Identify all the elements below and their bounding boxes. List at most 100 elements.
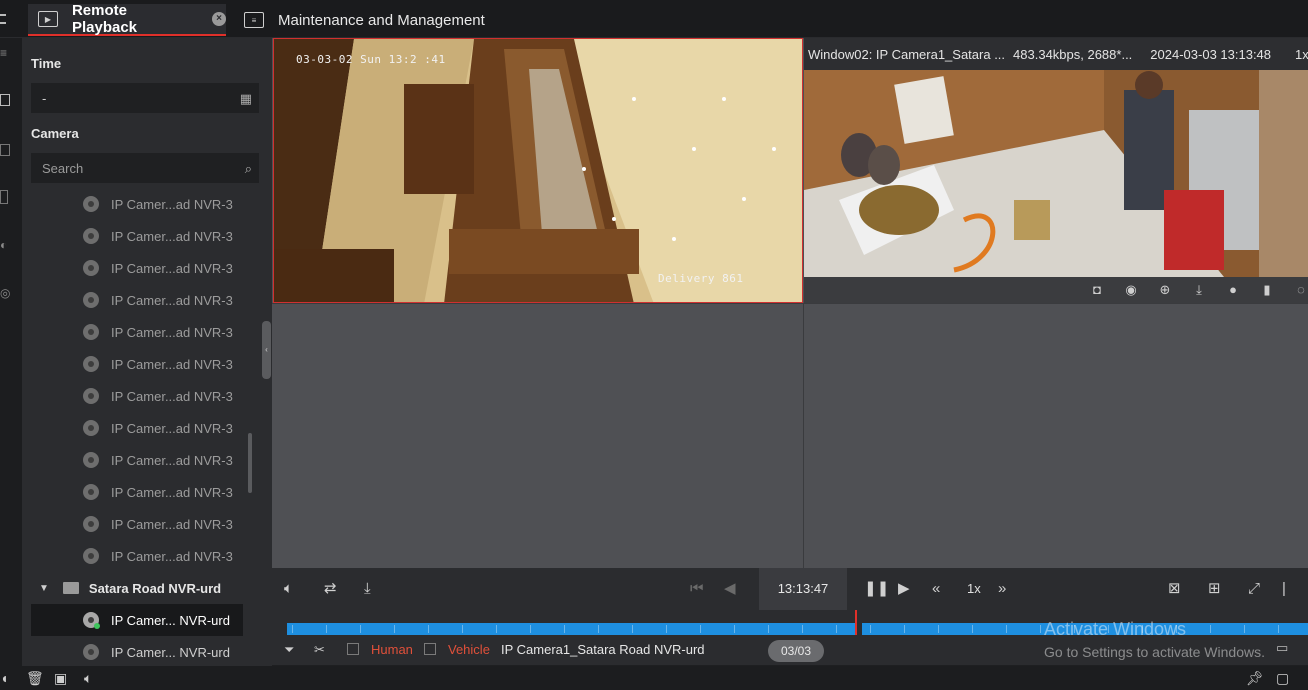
- volume-icon[interactable]: 🔈︎: [284, 580, 293, 598]
- list-item[interactable]: IP Camer...ad NVR-3: [31, 412, 243, 444]
- camera-name-label: IP Camera1_Satara Road NVR-urd: [501, 642, 705, 657]
- tab-maintenance-label: Maintenance and Management: [278, 11, 485, 29]
- search-field[interactable]: ⌕: [31, 153, 259, 183]
- video-grid: 03-03-02 Sun 13:2 :41 Delivery 861 Windo…: [272, 38, 1308, 568]
- sound-icon[interactable]: 🔈︎: [84, 670, 92, 686]
- camera-icon: [83, 644, 99, 660]
- layout-icon[interactable]: ⊞: [1208, 580, 1221, 598]
- close-all-icon[interactable]: ⊠: [1168, 580, 1181, 598]
- group-row[interactable]: ▼ Satara Road NVR-urd: [31, 572, 243, 604]
- timeline-tick: [1040, 625, 1041, 633]
- speed-up-icon[interactable]: »: [998, 580, 1006, 598]
- camera-icon: [83, 260, 99, 276]
- device-icon[interactable]: [0, 190, 8, 204]
- playback-nav-icon[interactable]: [0, 94, 10, 106]
- timeline-tick: [360, 625, 361, 633]
- osd-label: Delivery 861: [658, 272, 744, 285]
- user-icon[interactable]: ◖: [0, 670, 8, 686]
- filter-icon[interactable]: ⏷: [284, 642, 294, 658]
- speed-value[interactable]: 1x: [967, 581, 981, 596]
- document-icon[interactable]: [0, 144, 10, 156]
- timeline-tick: [496, 625, 497, 633]
- search-icon[interactable]: ⌕: [245, 161, 252, 177]
- camera-capture-icon[interactable]: ◘: [1090, 283, 1104, 297]
- timeline-tick: [972, 625, 973, 633]
- minimize-icon[interactable]: ▭: [1276, 640, 1288, 656]
- list-item[interactable]: IP Camer...ad NVR-3: [31, 444, 243, 476]
- video-window-2[interactable]: [804, 70, 1308, 277]
- list-item[interactable]: IP Camer...ad NVR-3: [31, 284, 243, 316]
- search-input[interactable]: [42, 154, 232, 182]
- light-icon[interactable]: ●: [1226, 283, 1240, 297]
- image-icon[interactable]: ▣: [54, 670, 67, 686]
- timeline-tick: [394, 625, 395, 633]
- tab-remote-playback[interactable]: ▶ Remote Playback ×: [28, 2, 226, 36]
- list-item[interactable]: IP Camer...ad NVR-3: [31, 316, 243, 348]
- download-icon[interactable]: ⤓: [364, 580, 371, 598]
- list-item[interactable]: IP Camer...ad NVR-3: [31, 220, 243, 252]
- zoom-in-icon[interactable]: ⊕: [1158, 283, 1172, 297]
- playhead[interactable]: [855, 610, 857, 635]
- list-item[interactable]: IP Camer...ad NVR-3: [31, 188, 243, 220]
- previous-frame-icon[interactable]: ⏮︎: [690, 580, 704, 598]
- camera-icon: [83, 292, 99, 308]
- timeline-tick: [632, 625, 633, 633]
- camera-icon: [83, 228, 99, 244]
- list-item[interactable]: IP Camer... NVR-urd: [31, 636, 243, 663]
- osd-timestamp: 03-03-02 Sun 13:2 :41: [296, 53, 446, 66]
- settings-nav-icon[interactable]: ◎: [0, 286, 14, 300]
- timeline-tick: [1278, 625, 1279, 633]
- window-2-toolbar: ◘ ◉ ⊕ ⤓ ● ▮ ◌: [804, 277, 1308, 303]
- download-icon[interactable]: ⤓: [1192, 283, 1206, 297]
- calendar-icon[interactable]: ▦: [240, 91, 252, 107]
- pin-icon[interactable]: 📌︎: [1246, 670, 1264, 686]
- caret-down-icon[interactable]: ▼: [39, 583, 49, 594]
- video-window-1[interactable]: 03-03-02 Sun 13:2 :41 Delivery 861: [273, 38, 803, 303]
- activate-line-1: Activate Windows: [1044, 619, 1187, 639]
- slow-down-icon[interactable]: «: [932, 580, 940, 598]
- collapse-handle[interactable]: ‹: [262, 321, 271, 379]
- fullscreen-icon[interactable]: ⤢: [1248, 580, 1260, 598]
- grid-divider-vertical: [803, 303, 804, 568]
- list-item[interactable]: IP Camer...ad NVR-3: [31, 252, 243, 284]
- time-value: -: [42, 90, 47, 106]
- filter-bar: ⏷ ✂ Human Vehicle IP Camera1_Satara Road…: [272, 619, 1308, 665]
- settings-icon[interactable]: ◌: [1294, 283, 1308, 297]
- map-icon[interactable]: ◐: [0, 238, 14, 252]
- list-item[interactable]: IP Camer...ad NVR-3: [31, 476, 243, 508]
- vehicle-checkbox[interactable]: [424, 643, 436, 655]
- list-item[interactable]: IP Camer...ad NVR-3: [31, 508, 243, 540]
- close-icon[interactable]: ×: [212, 12, 226, 26]
- record-icon[interactable]: ◉: [1124, 283, 1138, 297]
- list-icon[interactable]: ≡: [0, 46, 14, 60]
- time-field[interactable]: - ▦: [31, 83, 259, 113]
- page-badge: 03/03: [768, 640, 824, 662]
- list-item[interactable]: IP Camer...ad NVR-3: [31, 540, 243, 572]
- timeline-tick: [734, 625, 735, 633]
- list-item-selected[interactable]: IP Camer... NVR-urd: [31, 604, 243, 636]
- window-icon[interactable]: ▢: [1276, 670, 1289, 686]
- timeline-tick: [326, 625, 327, 633]
- camera-icon: [83, 452, 99, 468]
- menu-icon[interactable]: [0, 14, 6, 24]
- more-icon[interactable]: |: [1282, 580, 1286, 598]
- camera-name: IP Camer...ad NVR-3: [111, 452, 233, 468]
- trash-icon[interactable]: 🗑︎: [26, 670, 44, 686]
- tree-scrollbar[interactable]: [248, 433, 252, 493]
- recording-segment[interactable]: [287, 623, 855, 635]
- playback-icon: ▶: [38, 11, 58, 27]
- reverse-icon[interactable]: ◀: [724, 580, 736, 598]
- pause-icon[interactable]: ❚❚: [864, 580, 889, 598]
- next-frame-icon[interactable]: ▶︎: [898, 580, 910, 598]
- camera-label: Camera: [31, 126, 79, 141]
- camera-icon: [83, 420, 99, 436]
- adjust-icon[interactable]: ⇄: [324, 580, 337, 598]
- tab-maintenance[interactable]: ≡ Maintenance and Management: [240, 4, 510, 36]
- list-item[interactable]: IP Camer...ad NVR-3: [31, 348, 243, 380]
- human-checkbox[interactable]: [347, 643, 359, 655]
- nav-rail: ≡ ◐ ◎: [0, 38, 22, 666]
- scissors-icon[interactable]: ✂: [314, 642, 325, 658]
- timeline-tick: [938, 625, 939, 633]
- bookmark-icon[interactable]: ▮: [1260, 283, 1274, 297]
- list-item[interactable]: IP Camer...ad NVR-3: [31, 380, 243, 412]
